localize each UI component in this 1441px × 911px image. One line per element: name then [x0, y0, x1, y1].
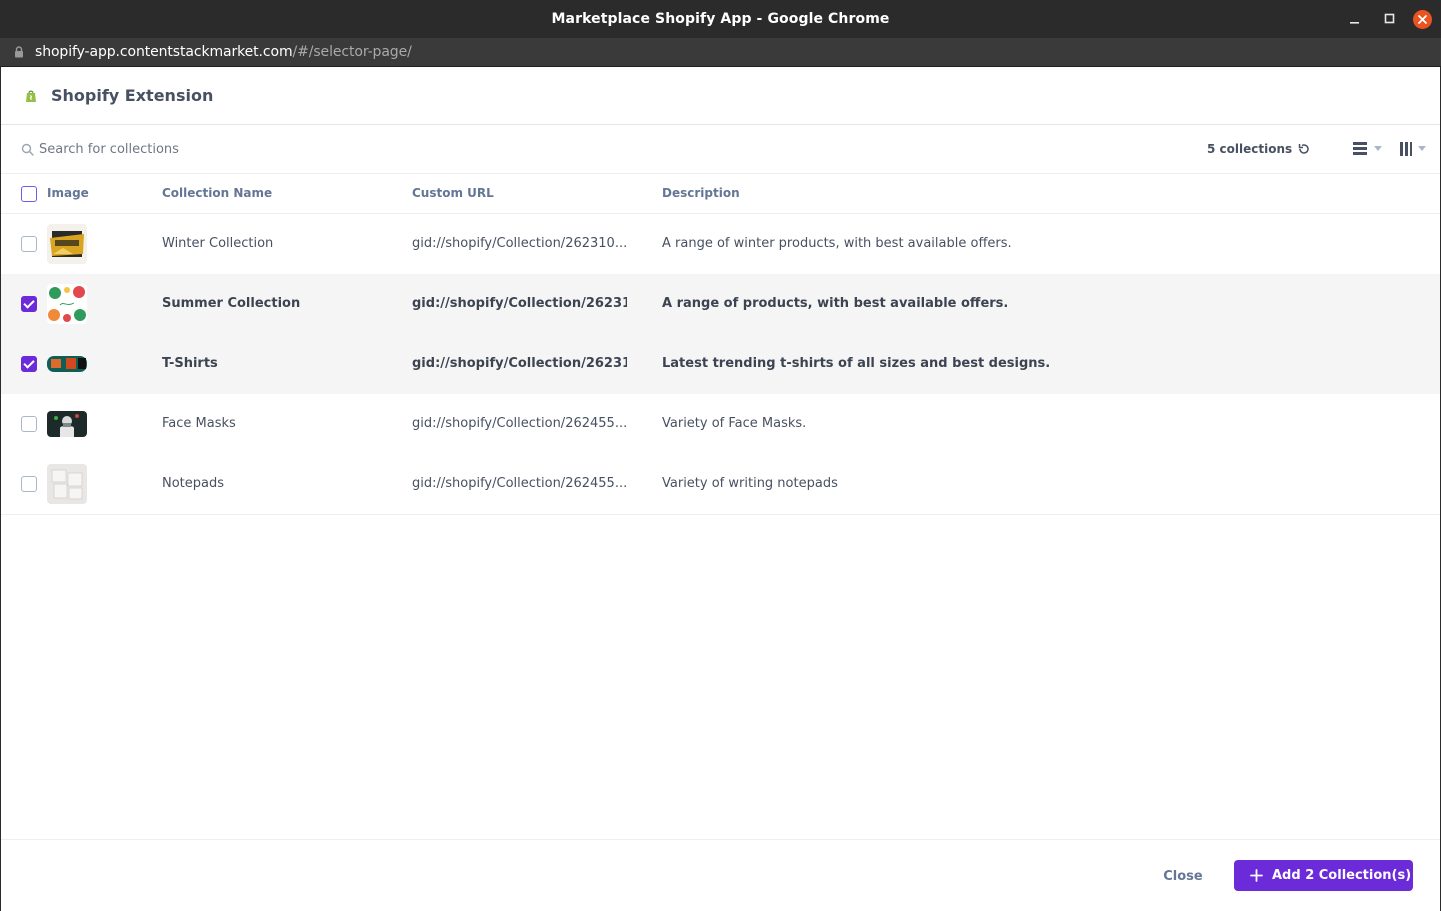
collections-count: 5 collections — [1207, 142, 1293, 156]
winter-collection-image — [47, 224, 87, 264]
table-row[interactable]: Face Masks gid://shopify/Collection/2624… — [1, 394, 1440, 455]
search-icon — [21, 143, 34, 156]
row-checkbox[interactable] — [21, 476, 37, 492]
collection-name: Winter Collection — [162, 236, 274, 251]
t-shirts-image — [47, 344, 87, 384]
url-host: shopify-app.contentstackmarket.com — [35, 44, 293, 60]
column-header-url[interactable]: Custom URL — [412, 174, 494, 213]
row-checkbox[interactable] — [21, 236, 37, 252]
window-title: Marketplace Shopify App - Google Chrome — [551, 11, 890, 27]
app-frame: Shopify Extension 5 collections Image Co — [1, 67, 1440, 911]
columns-icon[interactable] — [1398, 141, 1428, 157]
url-path: /#/selector-page/ — [292, 44, 412, 60]
shopify-logo-icon — [26, 90, 36, 102]
row-density-icon[interactable] — [1353, 141, 1383, 157]
collection-description: A range of products, with best available… — [662, 296, 1009, 311]
modal-footer: Close Add 2 Collection(s) — [1, 839, 1440, 911]
column-header-description[interactable]: Description — [662, 174, 740, 213]
collection-url: gid://shopify/Collection/26231... — [412, 356, 627, 371]
url-text[interactable]: shopify-app.contentstackmarket.com/#/sel… — [35, 38, 412, 66]
app-header: Shopify Extension — [1, 67, 1440, 125]
table-row[interactable]: Notepads gid://shopify/Collection/262455… — [1, 454, 1440, 515]
column-header-image[interactable]: Image — [47, 174, 89, 213]
close-button[interactable]: Close — [1151, 860, 1215, 892]
collection-url: gid://shopify/Collection/262310... — [412, 236, 627, 251]
table-row[interactable]: Summer Collection gid://shopify/Collecti… — [1, 274, 1440, 335]
maximize-icon[interactable] — [1381, 10, 1399, 28]
row-checkbox[interactable] — [21, 356, 37, 372]
table-row[interactable]: Winter Collection gid://shopify/Collecti… — [1, 214, 1440, 275]
close-window-icon[interactable] — [1413, 10, 1432, 29]
collection-description: Latest trending t-shirts of all sizes an… — [662, 356, 1051, 371]
collection-description: Variety of writing notepads — [662, 476, 838, 491]
collection-description: Variety of Face Masks. — [662, 416, 807, 431]
refresh-icon[interactable] — [1297, 142, 1311, 156]
add-collections-label: Add 2 Collection(s) — [1272, 868, 1412, 883]
row-checkbox[interactable] — [21, 296, 37, 312]
collection-name: Summer Collection — [162, 296, 301, 311]
lock-icon — [15, 46, 23, 58]
select-all-checkbox[interactable] — [21, 186, 37, 202]
collection-url: gid://shopify/Collection/262455... — [412, 476, 627, 491]
search-toolbar: 5 collections — [1, 125, 1440, 174]
collection-name: Notepads — [162, 476, 225, 491]
browser-title-bar: Marketplace Shopify App - Google Chrome — [0, 0, 1441, 38]
notepads-image — [47, 464, 87, 504]
address-bar[interactable]: shopify-app.contentstackmarket.com/#/sel… — [0, 38, 1441, 67]
row-checkbox[interactable] — [21, 416, 37, 432]
face-masks-image — [47, 404, 87, 444]
collection-description: A range of winter products, with best av… — [662, 236, 1012, 251]
page-title: Shopify Extension — [51, 86, 214, 105]
search-input[interactable] — [39, 137, 639, 161]
column-header-name[interactable]: Collection Name — [162, 174, 272, 213]
table-header: Image Collection Name Custom URL Descrip… — [1, 174, 1440, 214]
collection-url: gid://shopify/Collection/262455... — [412, 416, 627, 431]
summer-collection-image — [47, 284, 87, 324]
collection-url: gid://shopify/Collection/26231... — [412, 296, 627, 311]
collection-name: Face Masks — [162, 416, 236, 431]
table-row[interactable]: T-Shirts gid://shopify/Collection/26231.… — [1, 334, 1440, 395]
add-collections-button[interactable]: Add 2 Collection(s) — [1234, 860, 1413, 891]
collection-name: T-Shirts — [162, 356, 218, 371]
plus-icon — [1250, 869, 1263, 882]
minimize-icon[interactable] — [1346, 10, 1364, 28]
